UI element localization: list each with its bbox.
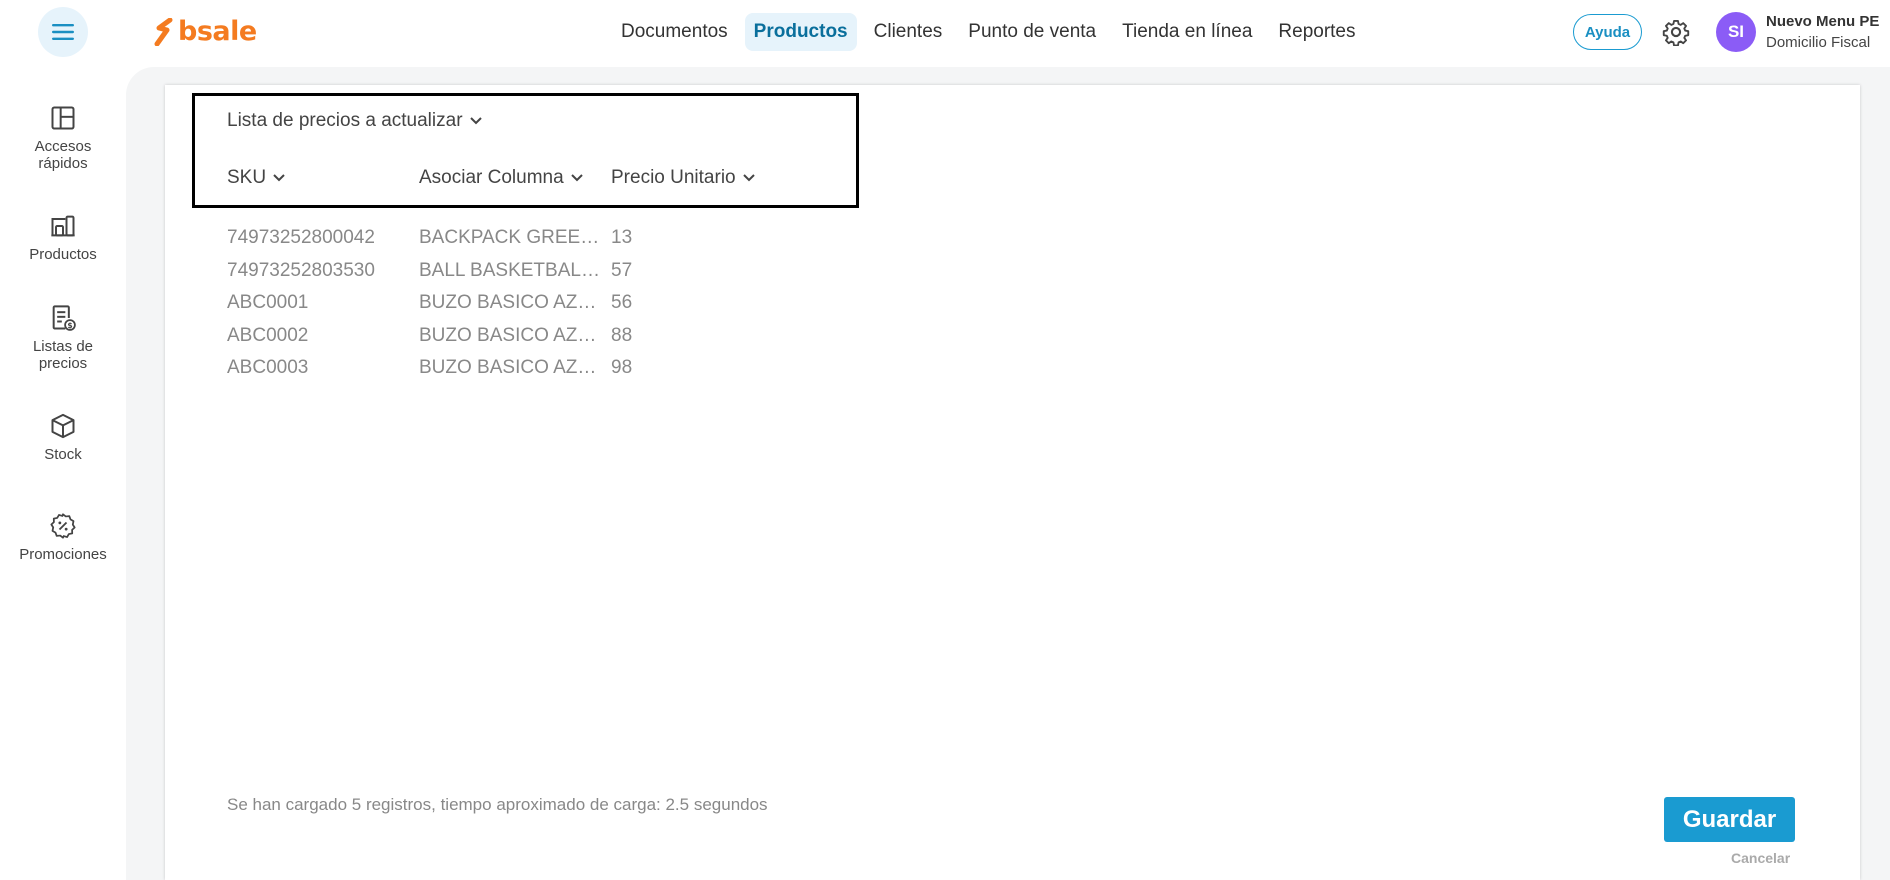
load-status: Se han cargado 5 registros, tiempo aprox… <box>227 795 768 814</box>
box-icon <box>51 413 75 439</box>
cell-price: 57 <box>611 259 633 281</box>
cell-name: BUZO BASICO AZUL S <box>419 292 611 314</box>
cell-price: 56 <box>611 292 633 314</box>
main-nav: Documentos Productos Clientes Punto de v… <box>612 12 1373 52</box>
sidebar-item-listas-de-precios[interactable]: $ Listas de precios <box>0 304 126 372</box>
brand-logo[interactable]: bsale <box>154 16 257 47</box>
sidebar-item-label: Productos <box>29 246 97 263</box>
sidebar-item-label: Promociones <box>19 546 107 563</box>
column-asociar-label: Asociar Columna <box>419 167 564 188</box>
chevron-down-icon <box>469 117 482 125</box>
hamburger-icon <box>52 24 74 40</box>
cell-sku: ABC0001 <box>227 292 309 314</box>
nav-reportes[interactable]: Reportes <box>1269 13 1364 51</box>
svg-text:$: $ <box>67 321 72 330</box>
cell-price: 98 <box>611 357 633 379</box>
products-icon <box>51 215 75 237</box>
price-list-dropdown[interactable]: Lista de precios a actualizar <box>227 110 483 132</box>
cell-sku: 74973252800042 <box>227 227 375 249</box>
cell-name: BACKPACK GREEN/BLACK <box>419 227 611 249</box>
cell-name: BUZO BASICO AZUL L <box>419 357 611 379</box>
bsale-logo-icon <box>154 17 173 46</box>
cancel-link[interactable]: Cancelar <box>1731 850 1790 866</box>
sidebar-item-promociones[interactable]: Promociones <box>0 512 126 563</box>
cell-sku: 74973252803530 <box>227 259 375 281</box>
price-list-dropdown-label: Lista de precios a actualizar <box>227 110 463 131</box>
table-row: ABC0002 BUZO BASICO AZUL M 88 <box>227 320 691 353</box>
user-name[interactable]: Nuevo Menu PE <box>1766 13 1879 30</box>
chevron-down-icon <box>273 174 285 182</box>
sidebar-item-accesos-rapidos[interactable]: Accesos rápidos <box>0 104 126 172</box>
column-sku-dropdown[interactable]: SKU <box>227 167 286 189</box>
column-sku-label: SKU <box>227 167 267 188</box>
cell-name: BUZO BASICO AZUL M <box>419 324 611 346</box>
nav-productos[interactable]: Productos <box>744 13 857 51</box>
table-row: ABC0003 BUZO BASICO AZUL L 98 <box>227 352 691 385</box>
hamburger-menu-button[interactable] <box>38 7 88 57</box>
user-subtitle: Domicilio Fiscal <box>1766 34 1871 51</box>
sidebar-item-productos[interactable]: Productos <box>0 212 126 263</box>
table-row: 74973252800042 BACKPACK GREEN/BLACK 13 <box>227 222 691 255</box>
sidebar-item-label: Listas de precios <box>32 338 94 372</box>
chevron-down-icon <box>570 174 583 182</box>
column-precio-label: Precio Unitario <box>611 167 736 188</box>
sidebar: Accesos rápidos Productos $ Listas de pr… <box>0 64 126 880</box>
price-list-icon: $ <box>52 305 76 331</box>
column-precio-dropdown[interactable]: Precio Unitario <box>611 167 756 189</box>
help-button[interactable]: Ayuda <box>1573 14 1642 50</box>
discount-badge-icon <box>50 513 76 539</box>
import-card <box>165 85 1860 880</box>
sidebar-item-stock[interactable]: Stock <box>0 412 126 463</box>
chevron-down-icon <box>742 174 755 182</box>
table-row: ABC0001 BUZO BASICO AZUL S 56 <box>227 287 691 320</box>
layout-icon <box>51 106 75 130</box>
column-asociar-dropdown[interactable]: Asociar Columna <box>419 167 584 189</box>
avatar[interactable]: SI <box>1716 12 1756 52</box>
brand-name: bsale <box>178 16 257 47</box>
gear-icon[interactable] <box>1662 18 1690 46</box>
preview-table: 74973252800042 BACKPACK GREEN/BLACK 13 7… <box>227 222 691 385</box>
cell-sku: ABC0002 <box>227 324 309 346</box>
table-row: 74973252803530 BALL BASKETBALL NBA 57 <box>227 255 691 288</box>
cell-name: BALL BASKETBALL NBA <box>419 259 611 281</box>
nav-clientes[interactable]: Clientes <box>865 13 952 51</box>
cell-sku: ABC0003 <box>227 357 309 379</box>
sidebar-item-label: Stock <box>44 446 82 463</box>
nav-tienda-en-linea[interactable]: Tienda en línea <box>1113 13 1261 51</box>
save-button[interactable]: Guardar <box>1664 797 1795 842</box>
cell-price: 88 <box>611 324 633 346</box>
sidebar-item-label: Accesos rápidos <box>34 138 92 172</box>
nav-documentos[interactable]: Documentos <box>612 13 737 51</box>
top-bar: bsale Documentos Productos Clientes Punt… <box>0 0 1890 64</box>
cell-price: 13 <box>611 227 633 249</box>
nav-punto-de-venta[interactable]: Punto de venta <box>959 13 1105 51</box>
